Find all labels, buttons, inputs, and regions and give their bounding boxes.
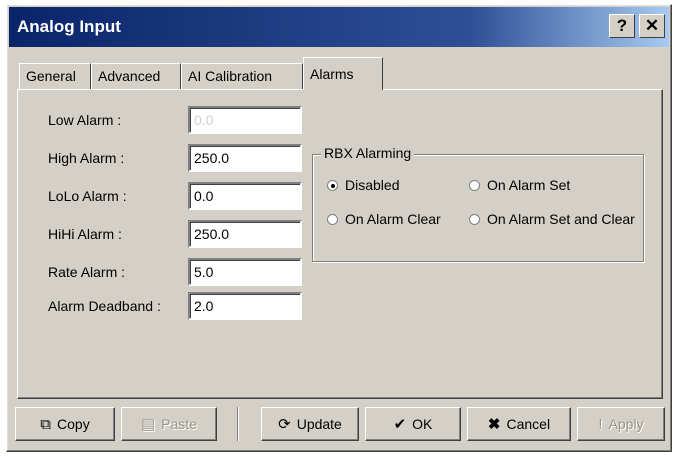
update-button[interactable]: ⟳ Update bbox=[261, 407, 359, 441]
copy-button[interactable]: ⧉ Copy bbox=[15, 407, 115, 441]
radio-label: On Alarm Clear bbox=[345, 211, 441, 227]
button-bar: ⧉ Copy ▤ Paste ⟳ Update ✔ OK ✖ Cancel ! … bbox=[15, 407, 667, 447]
rbx-alarming-label: RBX Alarming bbox=[321, 145, 415, 161]
copy-icon: ⧉ bbox=[40, 415, 52, 433]
exclamation-icon: ! bbox=[598, 415, 603, 433]
rate-alarm-label: Rate Alarm : bbox=[48, 264, 126, 280]
tab-ai-calibration[interactable]: AI Calibration bbox=[181, 63, 303, 89]
button-label: Update bbox=[296, 416, 342, 432]
button-label: Cancel bbox=[506, 416, 551, 432]
paste-button[interactable]: ▤ Paste bbox=[121, 407, 217, 441]
radio-button-icon bbox=[327, 213, 338, 225]
apply-button[interactable]: ! Apply bbox=[577, 407, 665, 441]
rbx-alarming-group: RBX Alarming Disabled On Alarm Set On Al… bbox=[312, 145, 644, 262]
tab-general[interactable]: General bbox=[19, 63, 91, 89]
alarm-deadband-label: Alarm Deadband : bbox=[48, 298, 161, 314]
tab-label: General bbox=[26, 68, 76, 84]
high-alarm-label: High Alarm : bbox=[48, 150, 125, 166]
radio-label: On Alarm Set and Clear bbox=[487, 211, 635, 227]
radio-label: Disabled bbox=[345, 177, 400, 193]
radio-label: On Alarm Set bbox=[487, 177, 571, 193]
close-icon: ✕ bbox=[644, 16, 660, 35]
rate-alarm-input[interactable] bbox=[188, 258, 302, 286]
x-icon: ✖ bbox=[487, 415, 501, 433]
toolbar-separator bbox=[237, 407, 239, 441]
help-button[interactable]: ? bbox=[609, 14, 635, 38]
lolo-alarm-input[interactable] bbox=[188, 182, 302, 210]
hihi-alarm-input[interactable] bbox=[188, 220, 302, 248]
tab-label: AI Calibration bbox=[188, 68, 273, 84]
tab-label: Alarms bbox=[310, 66, 354, 82]
tab-alarms[interactable]: Alarms bbox=[303, 57, 383, 90]
radio-on-alarm-clear[interactable]: On Alarm Clear bbox=[327, 211, 441, 227]
help-icon: ? bbox=[616, 16, 628, 35]
button-label: Paste bbox=[161, 416, 197, 432]
close-button[interactable]: ✕ bbox=[639, 14, 665, 38]
button-label: Copy bbox=[57, 416, 90, 432]
radio-on-alarm-set-and-clear[interactable]: On Alarm Set and Clear bbox=[469, 211, 635, 227]
low-alarm-input[interactable] bbox=[188, 106, 302, 134]
checkmark-icon: ✔ bbox=[393, 415, 407, 433]
tab-label: Advanced bbox=[98, 68, 161, 84]
ok-button[interactable]: ✔ OK bbox=[365, 407, 461, 441]
button-label: OK bbox=[412, 416, 433, 432]
analog-input-dialog: Analog Input ? ✕ General Advanced AI Cal… bbox=[6, 4, 672, 452]
radio-disabled[interactable]: Disabled bbox=[327, 177, 399, 193]
tab-advanced[interactable]: Advanced bbox=[91, 63, 181, 89]
radio-on-alarm-set[interactable]: On Alarm Set bbox=[469, 177, 570, 193]
title-bar[interactable]: Analog Input ? ✕ bbox=[9, 7, 669, 47]
paste-icon: ▤ bbox=[141, 415, 156, 433]
alarm-deadband-input[interactable] bbox=[188, 292, 302, 320]
alarms-panel: Low Alarm : High Alarm : LoLo Alarm : Hi… bbox=[17, 89, 663, 399]
window-title: Analog Input bbox=[17, 17, 121, 36]
hihi-alarm-label: HiHi Alarm : bbox=[48, 226, 122, 242]
update-icon: ⟳ bbox=[278, 415, 291, 433]
radio-button-icon bbox=[469, 179, 480, 191]
cancel-button[interactable]: ✖ Cancel bbox=[467, 407, 571, 441]
lolo-alarm-label: LoLo Alarm : bbox=[48, 188, 127, 204]
button-label: Apply bbox=[608, 416, 644, 432]
low-alarm-label: Low Alarm : bbox=[48, 112, 122, 128]
radio-button-icon bbox=[327, 179, 338, 191]
high-alarm-input[interactable] bbox=[188, 144, 302, 172]
radio-button-icon bbox=[469, 213, 480, 225]
